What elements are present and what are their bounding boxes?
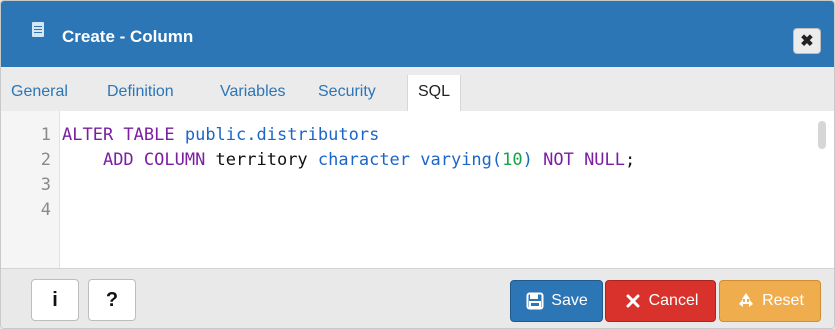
close-icon: ✖ xyxy=(800,33,814,50)
sql-type: ) xyxy=(522,150,533,170)
line-number: 4 xyxy=(40,200,51,220)
floppy-disk-icon xyxy=(525,291,545,311)
tab-sql[interactable]: SQL xyxy=(407,75,462,111)
tab-definition[interactable]: Definition xyxy=(107,83,174,101)
code-line: ADD COLUMN territory character varying(1… xyxy=(102,150,636,170)
save-label: Save xyxy=(551,292,588,309)
sql-type: character varying( xyxy=(317,150,503,170)
line-number-gutter: 1 2 3 4 xyxy=(1,111,60,268)
sql-keyword: ALTER TABLE xyxy=(62,125,175,145)
dialog-title: Create - Column xyxy=(62,27,194,46)
info-button[interactable]: i xyxy=(31,279,79,321)
cancel-label: Cancel xyxy=(648,292,699,309)
tab-variables[interactable]: Variables xyxy=(220,83,286,101)
tab-bar: General Definition Variables Security SQ… xyxy=(1,67,834,112)
info-icon: i xyxy=(52,288,58,311)
sql-editor[interactable]: 1 2 3 4 ALTER TABLE public.distributors … xyxy=(1,111,834,268)
recycle-icon xyxy=(736,291,756,311)
create-column-dialog: Create - Column ✖ General Definition Var… xyxy=(0,0,835,329)
tab-general[interactable]: General xyxy=(11,83,68,101)
tab-security[interactable]: Security xyxy=(318,83,376,101)
line-number: 1 xyxy=(40,125,51,145)
reset-label: Reset xyxy=(762,292,804,309)
help-icon: ? xyxy=(105,288,119,311)
save-button[interactable]: Save xyxy=(510,280,603,322)
dialog-footer: i ? Save Cancel Reset xyxy=(1,268,834,328)
close-button[interactable]: ✖ xyxy=(793,28,821,54)
dialog-titlebar: Create - Column ✖ xyxy=(1,1,834,67)
cancel-button[interactable]: Cancel xyxy=(605,280,716,322)
code-line: ALTER TABLE public.distributors xyxy=(62,125,379,145)
sql-identifier: public.distributors xyxy=(184,125,380,145)
help-button[interactable]: ? xyxy=(88,279,136,321)
sql-keyword: ADD COLUMN xyxy=(102,150,206,170)
reset-button[interactable]: Reset xyxy=(719,280,821,322)
line-number: 3 xyxy=(40,175,51,195)
sql-keyword: NOT NULL xyxy=(543,150,626,170)
document-icon xyxy=(32,22,44,37)
line-number: 2 xyxy=(40,150,51,170)
editor-scrollbar[interactable] xyxy=(818,121,826,149)
sql-number: 10 xyxy=(502,150,523,170)
x-icon xyxy=(623,291,643,311)
